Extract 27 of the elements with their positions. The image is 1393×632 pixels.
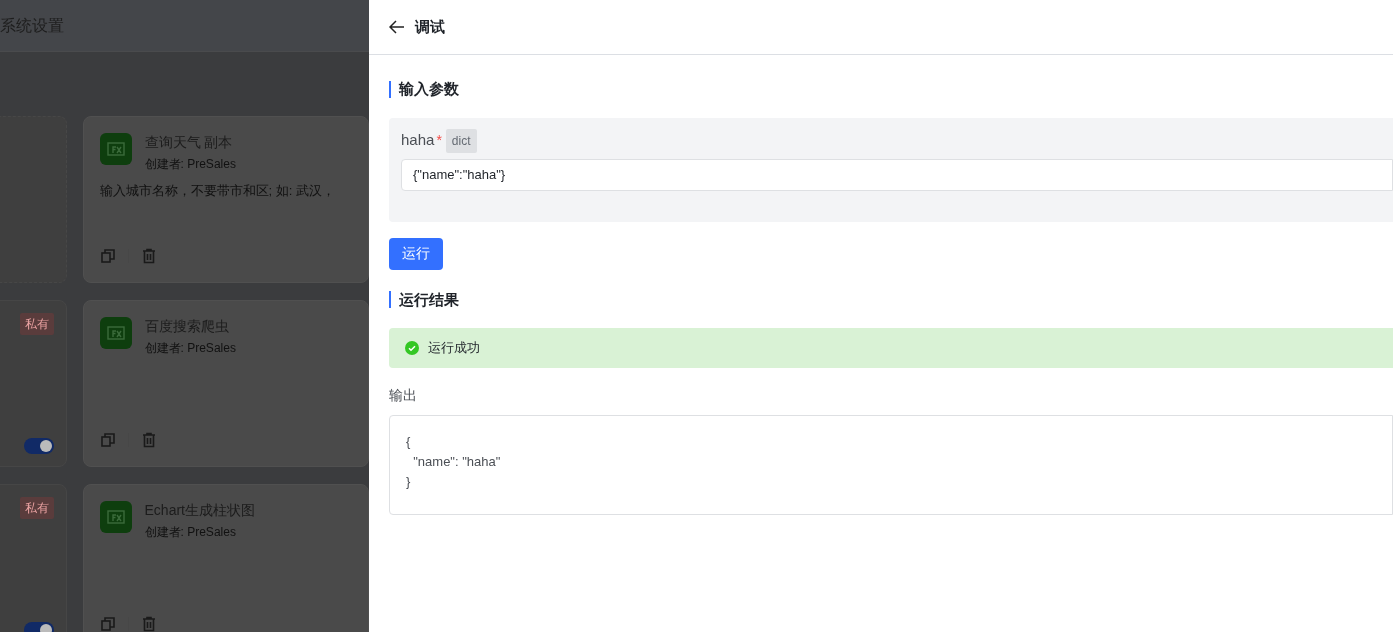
section-title: 输入参数	[399, 79, 459, 99]
trash-icon[interactable]	[140, 616, 157, 632]
output-label: 输出	[389, 386, 418, 405]
output-line: {	[406, 433, 412, 451]
function-icon	[99, 133, 132, 165]
type-tag: dict	[445, 128, 477, 153]
output-line: "name": "haha"	[412, 453, 502, 471]
input-field[interactable]: {"name":"haha"}	[401, 158, 1393, 191]
run-button[interactable]: 运行	[389, 237, 443, 270]
private-badge: 私有	[19, 313, 54, 335]
toggle-switch[interactable]	[23, 438, 54, 454]
private-badge: 私有	[19, 497, 54, 519]
back-arrow-icon[interactable]	[389, 20, 405, 34]
output-line: }	[406, 473, 412, 491]
status-text: 运行成功	[428, 339, 480, 358]
copy-icon[interactable]	[99, 616, 116, 632]
required-mark: *	[436, 131, 442, 150]
copy-icon[interactable]	[99, 248, 116, 264]
copy-icon[interactable]	[99, 432, 116, 448]
trash-icon[interactable]	[140, 432, 157, 448]
drawer-title: 调试	[415, 16, 445, 37]
parameter-name: haha	[401, 130, 435, 151]
function-icon	[99, 501, 132, 533]
trash-icon[interactable]	[140, 248, 157, 264]
section-title: 运行结果	[399, 289, 459, 310]
check-circle-icon	[405, 341, 419, 355]
function-icon	[99, 317, 132, 349]
